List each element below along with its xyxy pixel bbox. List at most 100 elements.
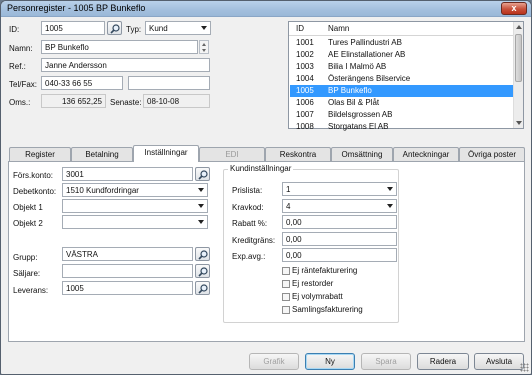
scroll-thumb[interactable] [515, 34, 522, 82]
tab-reskontra[interactable]: Reskontra [265, 147, 331, 161]
list-header-namn: Namn [328, 24, 350, 33]
spara-button[interactable]: Spara [361, 353, 411, 370]
objekt2-select[interactable] [62, 215, 208, 229]
kreditgrans-label: Kreditgräns: [232, 236, 276, 245]
chevron-down-icon [202, 49, 206, 52]
namn-field[interactable]: BP Bunkeflo [41, 40, 198, 54]
ej-volymrabatt-checkbox[interactable] [282, 293, 290, 301]
ej-volymrabatt-label: Ej volymrabatt [292, 292, 343, 301]
saljare-field[interactable] [62, 264, 193, 278]
exp-avg-label: Exp.avg.: [232, 252, 266, 261]
grupp-field[interactable]: VÄSTRA [62, 247, 193, 261]
debetkonto-select[interactable]: 1510 Kundfordringar [62, 183, 208, 197]
ej-rantefakturering-label: Ej räntefakturering [292, 266, 358, 275]
ej-restorder-checkbox[interactable] [282, 280, 290, 288]
list-item-id: 1005 [296, 86, 314, 95]
radera-button[interactable]: Radera [417, 353, 469, 370]
list-item-name: Tures Pallindustri AB [328, 38, 402, 47]
title-bar: Personregister - 1005 BP Bunkeflo x [1, 1, 531, 17]
tab-installningar[interactable]: Inställningar [133, 145, 199, 162]
tab-register[interactable]: Register [9, 147, 71, 161]
grupp-label: Grupp: [13, 253, 38, 262]
list-item[interactable]: 1008 Storgatans El AB [290, 121, 515, 133]
leverans-lookup-button[interactable] [195, 281, 210, 295]
chevron-down-icon [198, 220, 204, 224]
tab-edi[interactable]: EDI [199, 147, 265, 161]
resize-grip-icon[interactable] [520, 363, 529, 372]
personregister-window: Personregister - 1005 BP Bunkeflo x ID: … [0, 0, 532, 375]
list-item-name: Österängens Bilservice [328, 74, 411, 83]
list-item-id: 1008 [296, 122, 314, 131]
list-item-id: 1004 [296, 74, 314, 83]
objekt1-select[interactable] [62, 199, 208, 213]
chevron-down-icon [198, 204, 204, 208]
namn-spinner[interactable] [199, 40, 209, 54]
objekt1-label: Objekt 1 [13, 203, 43, 212]
tel-fax-label: Tel/Fax: [9, 80, 38, 89]
exp-avg-field[interactable]: 0,00 [282, 248, 397, 262]
senaste-value: 08-10-08 [143, 94, 210, 108]
list-item-name: Storgatans El AB [328, 122, 389, 131]
oms-label: Oms.: [9, 98, 31, 107]
ref-label: Ref.: [9, 62, 26, 71]
typ-value: Kund [149, 24, 168, 33]
ref-field[interactable]: Janne Andersson [41, 58, 210, 72]
search-icon [198, 250, 208, 260]
scroll-down-icon[interactable] [516, 121, 522, 125]
fors-konto-lookup-button[interactable] [195, 167, 210, 181]
list-item[interactable]: 1006 Olas Bil & Plåt [290, 97, 515, 109]
samlingsfakturering-checkbox[interactable] [282, 306, 290, 314]
list-item-id: 1002 [296, 50, 314, 59]
list-item-name: Bildelsgrossen AB [328, 110, 393, 119]
saljare-lookup-button[interactable] [195, 264, 210, 278]
id-lookup-button[interactable] [107, 21, 122, 35]
kreditgrans-field[interactable]: 0,00 [282, 232, 397, 246]
tab-anteckningar[interactable]: Anteckningar [393, 147, 459, 161]
list-item-name: Bilia I Malmö AB [328, 62, 387, 71]
search-icon [198, 284, 208, 294]
list-scrollbar[interactable] [513, 22, 523, 128]
avsluta-button[interactable]: Avsluta [474, 353, 524, 370]
id-field[interactable]: 1005 [41, 21, 105, 35]
leverans-field[interactable]: 1005 [62, 281, 193, 295]
rabatt-field[interactable]: 0,00 [282, 215, 397, 229]
ej-rantefakturering-checkbox[interactable] [282, 267, 290, 275]
list-item-name: Olas Bil & Plåt [328, 98, 380, 107]
typ-select[interactable]: Kund [145, 21, 211, 35]
grupp-lookup-button[interactable] [195, 247, 210, 261]
kundinstallningar-title: Kundinställningar [228, 164, 294, 173]
tab-betalning[interactable]: Betalning [71, 147, 133, 161]
oms-value: 136 652,25 [41, 94, 106, 108]
scroll-up-icon[interactable] [516, 25, 522, 29]
list-item[interactable]: 1004 Österängens Bilservice [290, 73, 515, 85]
list-item-id: 1001 [296, 38, 314, 47]
close-button[interactable]: x [501, 2, 527, 15]
list-item-id: 1006 [296, 98, 314, 107]
list-item[interactable]: 1007 Bildelsgrossen AB [290, 109, 515, 121]
chevron-down-icon [201, 26, 207, 30]
list-item[interactable]: 1005 BP Bunkeflo [290, 85, 515, 97]
fors-konto-field[interactable]: 3001 [62, 167, 193, 181]
kravkod-select[interactable]: 4 [282, 199, 397, 213]
list-item[interactable]: 1002 AE Elinstallationer AB [290, 49, 515, 61]
tab-omsattning[interactable]: Omsättning [331, 147, 393, 161]
list-header-id: ID [296, 24, 304, 33]
list-item[interactable]: 1003 Bilia I Malmö AB [290, 61, 515, 73]
fax-field[interactable] [128, 76, 210, 90]
customer-list[interactable]: ID Namn 1001 Tures Pallindustri AB 1002 AE … [288, 21, 524, 131]
leverans-label: Leverans: [13, 286, 49, 295]
list-item-id: 1003 [296, 62, 314, 71]
tel-field[interactable]: 040-33 66 55 [41, 76, 123, 90]
chevron-down-icon [198, 188, 204, 192]
rabatt-label: Rabatt %: [232, 219, 268, 228]
id-label: ID: [9, 25, 20, 34]
tab-ovriga-poster[interactable]: Övriga poster [459, 147, 525, 161]
prislista-label: Prislista: [232, 186, 263, 195]
list-item[interactable]: 1001 Tures Pallindustri AB [290, 37, 515, 49]
grafik-button[interactable]: Grafik [249, 353, 299, 370]
prislista-select[interactable]: 1 [282, 182, 397, 196]
chevron-down-icon [387, 187, 393, 191]
ny-button[interactable]: Ny [305, 353, 355, 370]
list-item-name: AE Elinstallationer AB [328, 50, 406, 59]
list-item-name: BP Bunkeflo [328, 86, 372, 95]
